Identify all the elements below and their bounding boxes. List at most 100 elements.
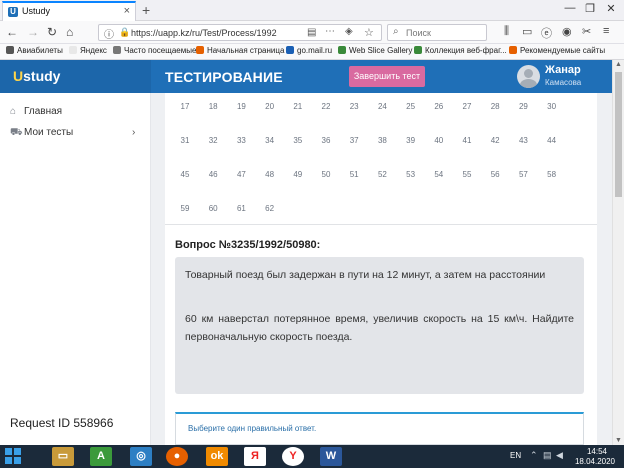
bookmark-item[interactable]: Рекомендуемые сайты [509, 46, 605, 55]
question-number-link[interactable]: 33 [229, 136, 253, 145]
browser-tab[interactable]: U Ustudy × [2, 1, 136, 21]
question-number-link[interactable]: 38 [370, 136, 394, 145]
app-circle-icon[interactable]: ◎ [130, 447, 152, 466]
question-number-link[interactable]: 42 [483, 136, 507, 145]
question-number-link[interactable]: 48 [258, 170, 282, 179]
question-number-link[interactable]: 41 [455, 136, 479, 145]
info-icon[interactable]: ⓘ [104, 26, 114, 41]
question-number-link[interactable]: 31 [173, 136, 197, 145]
question-number-link[interactable]: 20 [258, 102, 282, 111]
screenshot-icon[interactable]: ✂ [582, 25, 591, 38]
reader-view-icon[interactable]: ▤ [307, 27, 316, 38]
close-window-icon[interactable]: ✕ [601, 2, 621, 15]
question-number-link[interactable]: 43 [511, 136, 535, 145]
question-number-link[interactable]: 53 [399, 170, 423, 179]
question-number-link[interactable]: 55 [455, 170, 479, 179]
bookmark-item[interactable]: go.mail.ru [286, 46, 332, 55]
question-number-link[interactable]: 58 [540, 170, 564, 179]
scroll-down-icon[interactable]: ▼ [615, 437, 622, 444]
user-name[interactable]: Жанар [545, 64, 581, 76]
bookmark-item[interactable]: Начальная страница [196, 46, 284, 55]
new-tab-icon[interactable]: + [142, 2, 150, 18]
question-number-link[interactable]: 35 [286, 136, 310, 145]
url-text[interactable]: https://uapp.kz/ru/Test/Process/1992 [131, 28, 277, 38]
question-number-link[interactable]: 47 [229, 170, 253, 179]
network-icon[interactable]: ▤ [543, 450, 552, 461]
question-number-link[interactable]: 22 [314, 102, 338, 111]
yandex-icon[interactable]: Я [244, 447, 266, 466]
question-number-link[interactable]: 30 [540, 102, 564, 111]
scroll-thumb[interactable] [615, 72, 622, 197]
question-number-link[interactable]: 46 [201, 170, 225, 179]
question-number-link[interactable]: 28 [483, 102, 507, 111]
search-input[interactable]: ⌕ Поиск [387, 24, 487, 41]
question-number-link[interactable]: 17 [173, 102, 197, 111]
bookmark-item[interactable]: Коллекция веб-фраг... [414, 46, 507, 55]
close-tab-icon[interactable]: × [124, 5, 130, 17]
question-number-link[interactable]: 39 [399, 136, 423, 145]
volume-icon[interactable]: ◀ [556, 450, 563, 461]
clock-date[interactable]: 18.04.2020 [572, 457, 618, 466]
app-a-icon[interactable]: A [90, 447, 112, 466]
extension-icon[interactable]: ⓔ [541, 25, 552, 41]
question-number-link[interactable]: 50 [314, 170, 338, 179]
yandex-browser-icon[interactable]: Y [282, 447, 304, 466]
question-number-link[interactable]: 29 [511, 102, 535, 111]
odnoklassniki-icon[interactable]: ok [206, 447, 228, 466]
sidebar-toggle-icon[interactable]: ▭ [522, 25, 532, 38]
bookmark-item[interactable]: Яндекс [69, 46, 107, 55]
question-number-link[interactable]: 54 [427, 170, 451, 179]
question-number-link[interactable]: 25 [399, 102, 423, 111]
question-number-link[interactable]: 37 [342, 136, 366, 145]
sync-icon[interactable]: ◉ [562, 25, 572, 38]
question-number-link[interactable]: 32 [201, 136, 225, 145]
avatar[interactable] [517, 65, 540, 88]
library-icon[interactable]: ⫼ [504, 25, 509, 38]
clock-time[interactable]: 14:54 [577, 447, 617, 456]
reload-icon[interactable]: ↻ [47, 25, 57, 39]
pocket-icon[interactable]: ◈ [345, 26, 353, 37]
scroll-up-icon[interactable]: ▲ [615, 61, 622, 68]
question-number-link[interactable]: 56 [483, 170, 507, 179]
home-browser-icon[interactable]: ⌂ [66, 25, 73, 39]
tray-up-icon[interactable]: ⌃ [530, 450, 538, 461]
question-number-link[interactable]: 19 [229, 102, 253, 111]
finish-test-button[interactable]: Завершить тест [349, 66, 425, 87]
word-icon[interactable]: W [320, 447, 342, 466]
sidebar-item-home[interactable]: ⌂ Главная [10, 106, 62, 117]
question-number-link[interactable]: 27 [455, 102, 479, 111]
bookmark-item[interactable]: Авиабилеты [6, 46, 63, 55]
question-number-link[interactable]: 49 [286, 170, 310, 179]
question-number-link[interactable]: 57 [511, 170, 535, 179]
bookmark-item[interactable]: Web Slice Gallery [338, 46, 412, 55]
question-number-link[interactable]: 62 [258, 204, 282, 213]
start-button[interactable] [5, 448, 23, 465]
page-actions-icon[interactable]: ⋯ [325, 26, 335, 37]
page-scrollbar[interactable]: ▲ ▼ [612, 60, 624, 445]
question-number-link[interactable]: 45 [173, 170, 197, 179]
question-number-link[interactable]: 60 [201, 204, 225, 213]
question-number-link[interactable]: 34 [258, 136, 282, 145]
menu-icon[interactable]: ≡ [603, 25, 609, 37]
question-number-link[interactable]: 44 [540, 136, 564, 145]
firefox-icon[interactable]: ● [166, 447, 188, 466]
question-number-link[interactable]: 18 [201, 102, 225, 111]
language-indicator[interactable]: EN [510, 451, 521, 460]
address-bar[interactable]: ⓘ 🔒 https://uapp.kz/ru/Test/Process/1992… [98, 24, 382, 41]
question-number-link[interactable]: 24 [370, 102, 394, 111]
question-number-link[interactable]: 52 [370, 170, 394, 179]
question-number-link[interactable]: 26 [427, 102, 451, 111]
sidebar-item-my-tests[interactable]: ⛟Мои тесты [10, 127, 73, 140]
logo[interactable]: Ustudy [13, 68, 60, 84]
question-number-link[interactable]: 59 [173, 204, 197, 213]
question-number-link[interactable]: 23 [342, 102, 366, 111]
chevron-right-icon[interactable]: › [132, 127, 135, 138]
question-number-link[interactable]: 61 [229, 204, 253, 213]
maximize-icon[interactable]: ❐ [580, 2, 600, 15]
question-number-link[interactable]: 21 [286, 102, 310, 111]
question-number-link[interactable]: 36 [314, 136, 338, 145]
back-icon[interactable]: ← [6, 25, 18, 39]
minimize-icon[interactable]: — [560, 2, 580, 14]
bookmark-star-icon[interactable]: ☆ [364, 26, 374, 39]
file-explorer-icon[interactable]: ▭ [52, 447, 74, 466]
